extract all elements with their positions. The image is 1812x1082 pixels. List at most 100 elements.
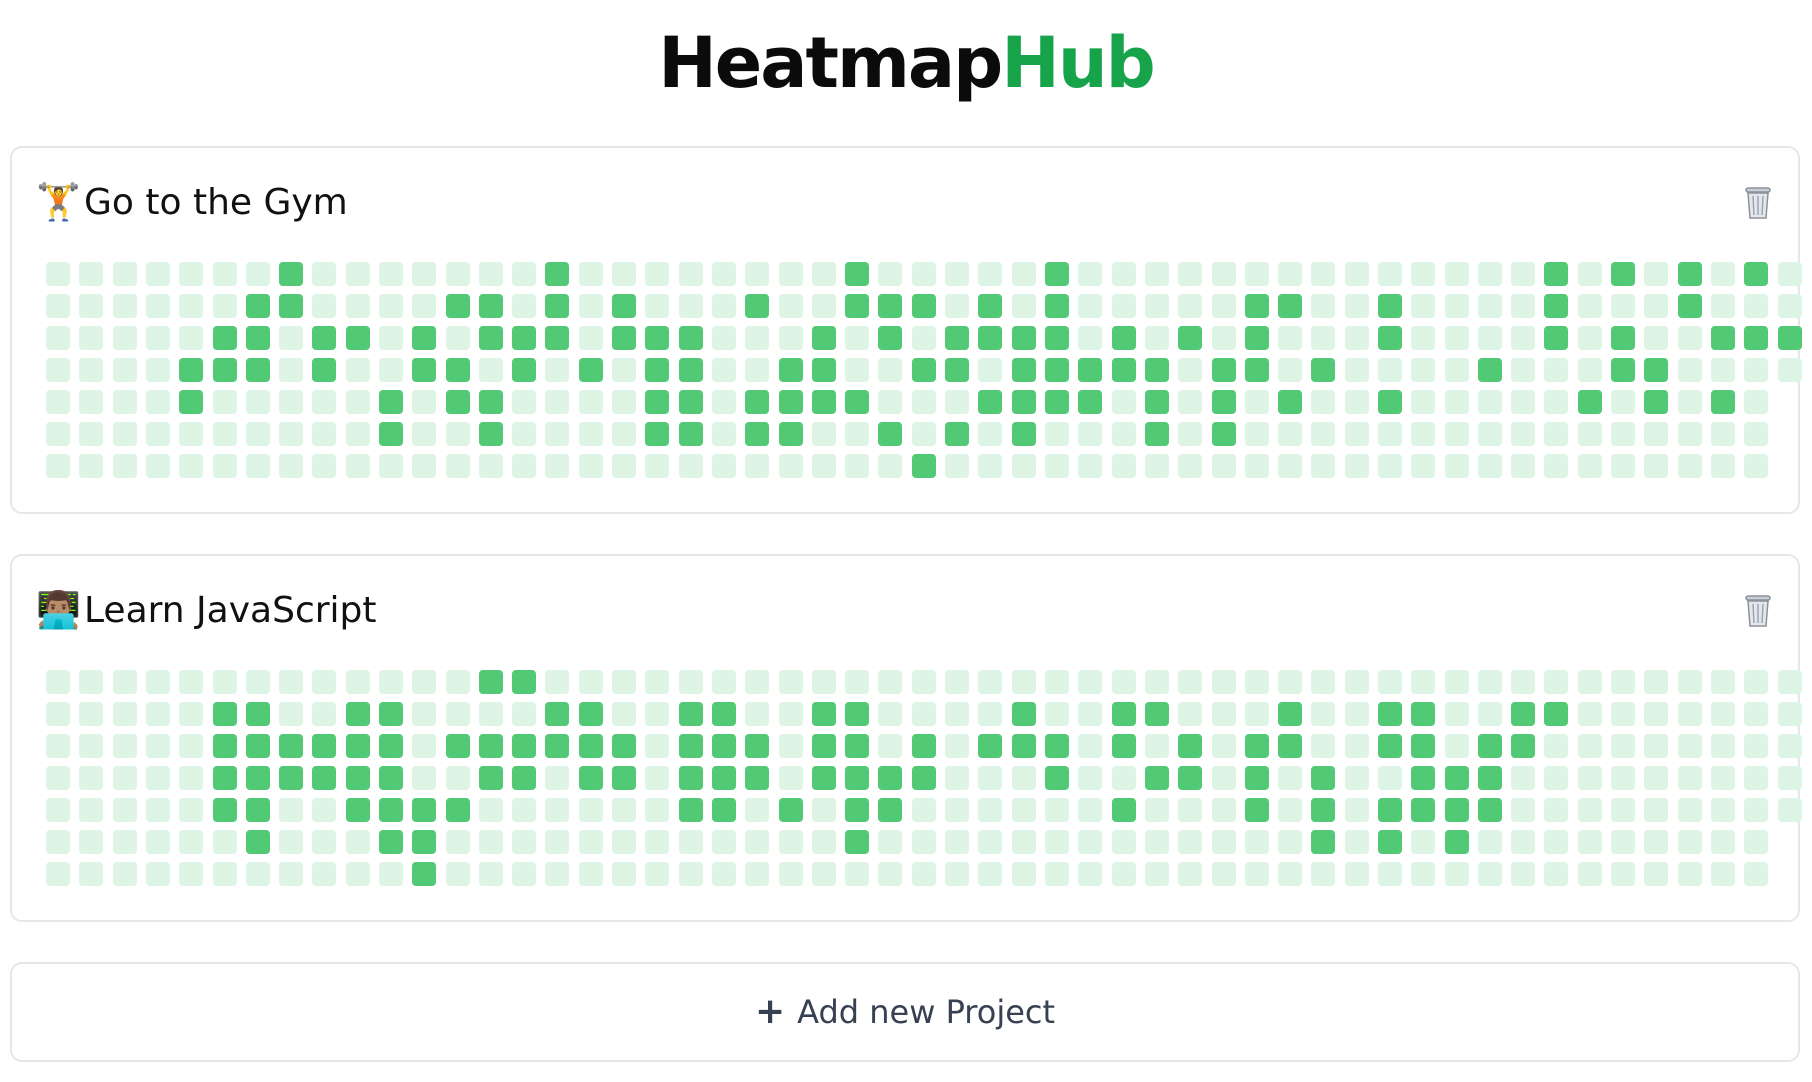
heatmap-cell[interactable] [179,262,203,286]
heatmap-cell[interactable] [512,294,536,318]
heatmap-cell-active[interactable] [1245,766,1269,790]
heatmap-cell[interactable] [1178,798,1202,822]
heatmap-cell-active[interactable] [612,766,636,790]
heatmap-cell[interactable] [1145,294,1169,318]
heatmap-cell[interactable] [1311,326,1335,350]
heatmap-cell[interactable] [812,294,836,318]
heatmap-cell[interactable] [1578,670,1602,694]
heatmap-cell[interactable] [79,326,103,350]
heatmap-cell[interactable] [978,766,1002,790]
heatmap-cell[interactable] [46,390,70,414]
heatmap-cell[interactable] [379,862,403,886]
heatmap-cell[interactable] [1411,262,1435,286]
heatmap-cell[interactable] [1778,294,1802,318]
heatmap-cell[interactable] [945,734,969,758]
heatmap-cell[interactable] [1178,670,1202,694]
heatmap-cell-active[interactable] [1012,422,1036,446]
heatmap-cell-active[interactable] [1311,766,1335,790]
heatmap-cell[interactable] [645,734,669,758]
heatmap-cell-active[interactable] [1278,702,1302,726]
heatmap-cell-active[interactable] [645,390,669,414]
heatmap-cell-active[interactable] [1744,262,1768,286]
heatmap-cell[interactable] [412,294,436,318]
heatmap-cell[interactable] [1578,798,1602,822]
heatmap-cell-active[interactable] [1245,358,1269,382]
heatmap-cell[interactable] [46,262,70,286]
heatmap-cell[interactable] [1078,734,1102,758]
heatmap-cell[interactable] [1611,702,1635,726]
heatmap-cell[interactable] [1511,454,1535,478]
heatmap-cell-active[interactable] [945,326,969,350]
heatmap-cell-active[interactable] [1045,390,1069,414]
heatmap-cell[interactable] [179,702,203,726]
heatmap-cell[interactable] [1578,294,1602,318]
heatmap-cell[interactable] [579,454,603,478]
heatmap-cell[interactable] [312,670,336,694]
heatmap-cell[interactable] [246,670,270,694]
heatmap-cell[interactable] [246,422,270,446]
heatmap-cell-active[interactable] [512,326,536,350]
heatmap-cell[interactable] [312,798,336,822]
heatmap-cell[interactable] [1012,862,1036,886]
heatmap-cell[interactable] [113,830,137,854]
heatmap-cell-active[interactable] [479,326,503,350]
heatmap-cell[interactable] [679,294,703,318]
heatmap-cell[interactable] [46,454,70,478]
heatmap-cell-active[interactable] [1311,358,1335,382]
heatmap-cell-active[interactable] [1112,798,1136,822]
heatmap-cell-active[interactable] [1212,390,1236,414]
heatmap-cell[interactable] [612,454,636,478]
heatmap-cell[interactable] [712,422,736,446]
heatmap-cell[interactable] [213,670,237,694]
heatmap-cell[interactable] [479,454,503,478]
heatmap-cell-active[interactable] [213,798,237,822]
heatmap-cell[interactable] [745,862,769,886]
heatmap-cell-active[interactable] [1311,830,1335,854]
heatmap-cell-active[interactable] [1445,766,1469,790]
heatmap-cell-active[interactable] [446,358,470,382]
heatmap-cell[interactable] [945,262,969,286]
heatmap-cell-active[interactable] [479,734,503,758]
heatmap-cell[interactable] [912,422,936,446]
heatmap-cell[interactable] [1478,670,1502,694]
heatmap-cell-active[interactable] [1378,326,1402,350]
heatmap-cell[interactable] [1345,702,1369,726]
heatmap-cell[interactable] [1511,390,1535,414]
heatmap-cell[interactable] [412,670,436,694]
heatmap-cell-active[interactable] [1045,358,1069,382]
heatmap-cell[interactable] [812,454,836,478]
heatmap-cell[interactable] [1112,766,1136,790]
heatmap-cell[interactable] [1311,454,1335,478]
heatmap-cell[interactable] [312,454,336,478]
heatmap-cell[interactable] [1311,702,1335,726]
heatmap-cell[interactable] [1245,830,1269,854]
heatmap-cell[interactable] [412,766,436,790]
heatmap-cell[interactable] [279,422,303,446]
heatmap-cell[interactable] [1711,358,1735,382]
heatmap-cell[interactable] [79,734,103,758]
heatmap-cell-active[interactable] [446,294,470,318]
heatmap-cell-active[interactable] [1544,702,1568,726]
heatmap-cell[interactable] [113,670,137,694]
heatmap-cell[interactable] [1145,454,1169,478]
heatmap-cell[interactable] [1112,294,1136,318]
heatmap-cell[interactable] [512,830,536,854]
heatmap-cell[interactable] [1778,798,1802,822]
heatmap-cell[interactable] [1078,294,1102,318]
heatmap-cell-active[interactable] [279,262,303,286]
heatmap-cell[interactable] [545,798,569,822]
heatmap-cell-active[interactable] [1611,358,1635,382]
heatmap-cell[interactable] [1611,766,1635,790]
heatmap-cell[interactable] [179,798,203,822]
heatmap-cell-active[interactable] [912,294,936,318]
heatmap-cell[interactable] [1078,422,1102,446]
heatmap-cell-active[interactable] [645,358,669,382]
heatmap-cell[interactable] [446,862,470,886]
heatmap-cell[interactable] [1278,670,1302,694]
heatmap-cell[interactable] [1378,670,1402,694]
heatmap-cell-active[interactable] [512,670,536,694]
heatmap-cell[interactable] [1711,766,1735,790]
heatmap-cell[interactable] [412,262,436,286]
heatmap-cell[interactable] [579,422,603,446]
heatmap-cell-active[interactable] [512,358,536,382]
